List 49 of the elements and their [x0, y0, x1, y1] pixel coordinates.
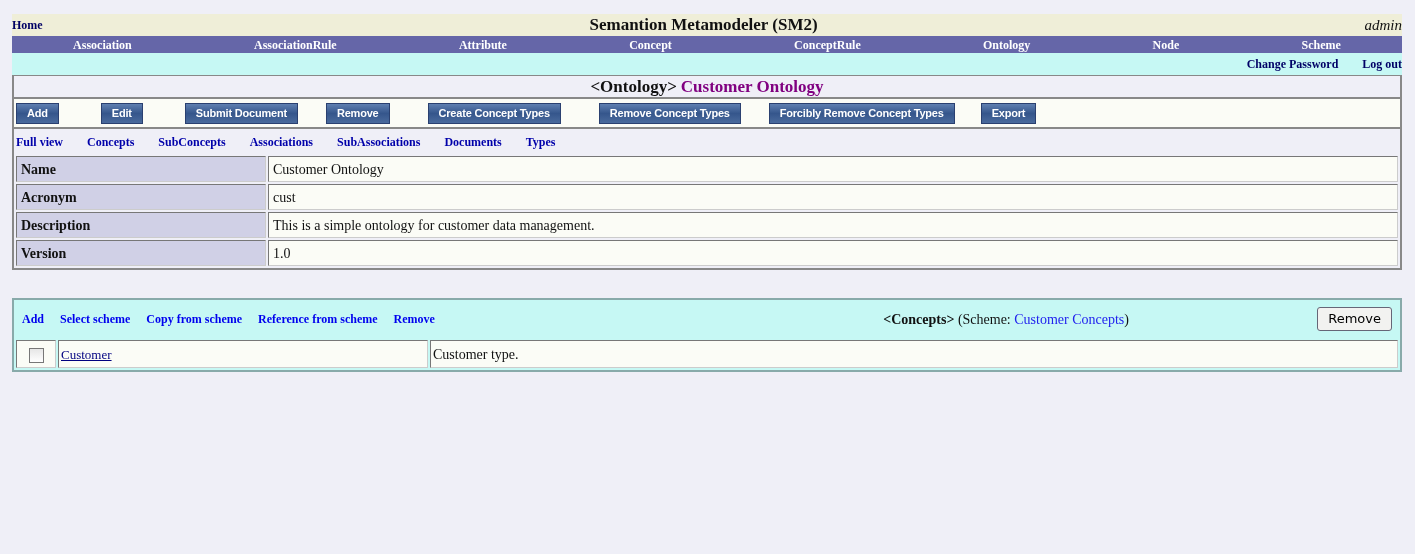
nav-link[interactable]: Concept: [629, 35, 672, 54]
nav-link[interactable]: Node: [1152, 35, 1180, 54]
entity-name: Customer Ontology: [680, 75, 824, 98]
action-button[interactable]: Remove Concept Types: [598, 102, 741, 124]
action-button[interactable]: Create Concept Types: [427, 102, 561, 124]
property-label: Description: [16, 212, 266, 238]
heading-link[interactable]: Customer Concepts: [1014, 311, 1125, 327]
home-link[interactable]: Home: [12, 16, 43, 34]
remove-button[interactable]: Remove: [1317, 307, 1392, 331]
nav-link[interactable]: AssociationRule: [254, 35, 337, 54]
view-tab[interactable]: SubConcepts: [158, 132, 226, 151]
account-link[interactable]: Log out: [1362, 55, 1402, 73]
account-link[interactable]: Change Password: [1246, 55, 1339, 73]
property-value: 1.0: [268, 240, 1398, 266]
action-button[interactable]: Add: [16, 102, 59, 124]
view-tab[interactable]: Types: [525, 132, 556, 151]
entity-type: <Ontology>: [590, 75, 677, 98]
nav-link[interactable]: ConceptRule: [794, 35, 861, 54]
concept-description: Customer type.: [430, 340, 1398, 368]
view-tab[interactable]: Associations: [249, 132, 314, 151]
concepts-link[interactable]: Add: [22, 310, 44, 328]
property-label: Version: [16, 240, 266, 266]
view-tab[interactable]: Full view: [16, 132, 63, 151]
concepts-link[interactable]: Remove: [393, 310, 435, 328]
action-button[interactable]: Edit: [100, 102, 143, 124]
action-button[interactable]: Forcibly Remove Concept Types: [768, 102, 955, 124]
concepts-heading: <Concepts> (Scheme: Customer Concepts): [882, 310, 1129, 329]
nav-link[interactable]: Ontology: [982, 35, 1031, 54]
nav-link[interactable]: Attribute: [458, 35, 507, 54]
view-tab[interactable]: Documents: [444, 132, 502, 151]
property-label: Acronym: [16, 184, 266, 210]
property-value: Customer Ontology: [268, 156, 1398, 182]
property-value: cust: [268, 184, 1398, 210]
view-tab[interactable]: Concepts: [87, 132, 135, 151]
nav-link[interactable]: Association: [73, 35, 132, 54]
action-button[interactable]: Submit Document: [184, 102, 298, 124]
concepts-link[interactable]: Select scheme: [60, 310, 131, 328]
action-button[interactable]: Remove: [325, 102, 390, 124]
concepts-link[interactable]: Copy from scheme: [146, 310, 243, 328]
property-value: This is a simple ontology for customer data management.: [268, 212, 1398, 238]
action-button[interactable]: Export: [980, 102, 1037, 124]
property-label: Name: [16, 156, 266, 182]
item-link[interactable]: Customer: [61, 346, 112, 362]
username: admin: [1364, 15, 1402, 35]
view-tab[interactable]: SubAssociations: [337, 132, 421, 151]
nav-link[interactable]: Scheme: [1301, 35, 1341, 54]
page-title: Semantion Metamodeler (SM2): [589, 14, 818, 37]
checkbox[interactable]: [28, 347, 44, 363]
concepts-link[interactable]: Reference from scheme: [258, 310, 378, 328]
